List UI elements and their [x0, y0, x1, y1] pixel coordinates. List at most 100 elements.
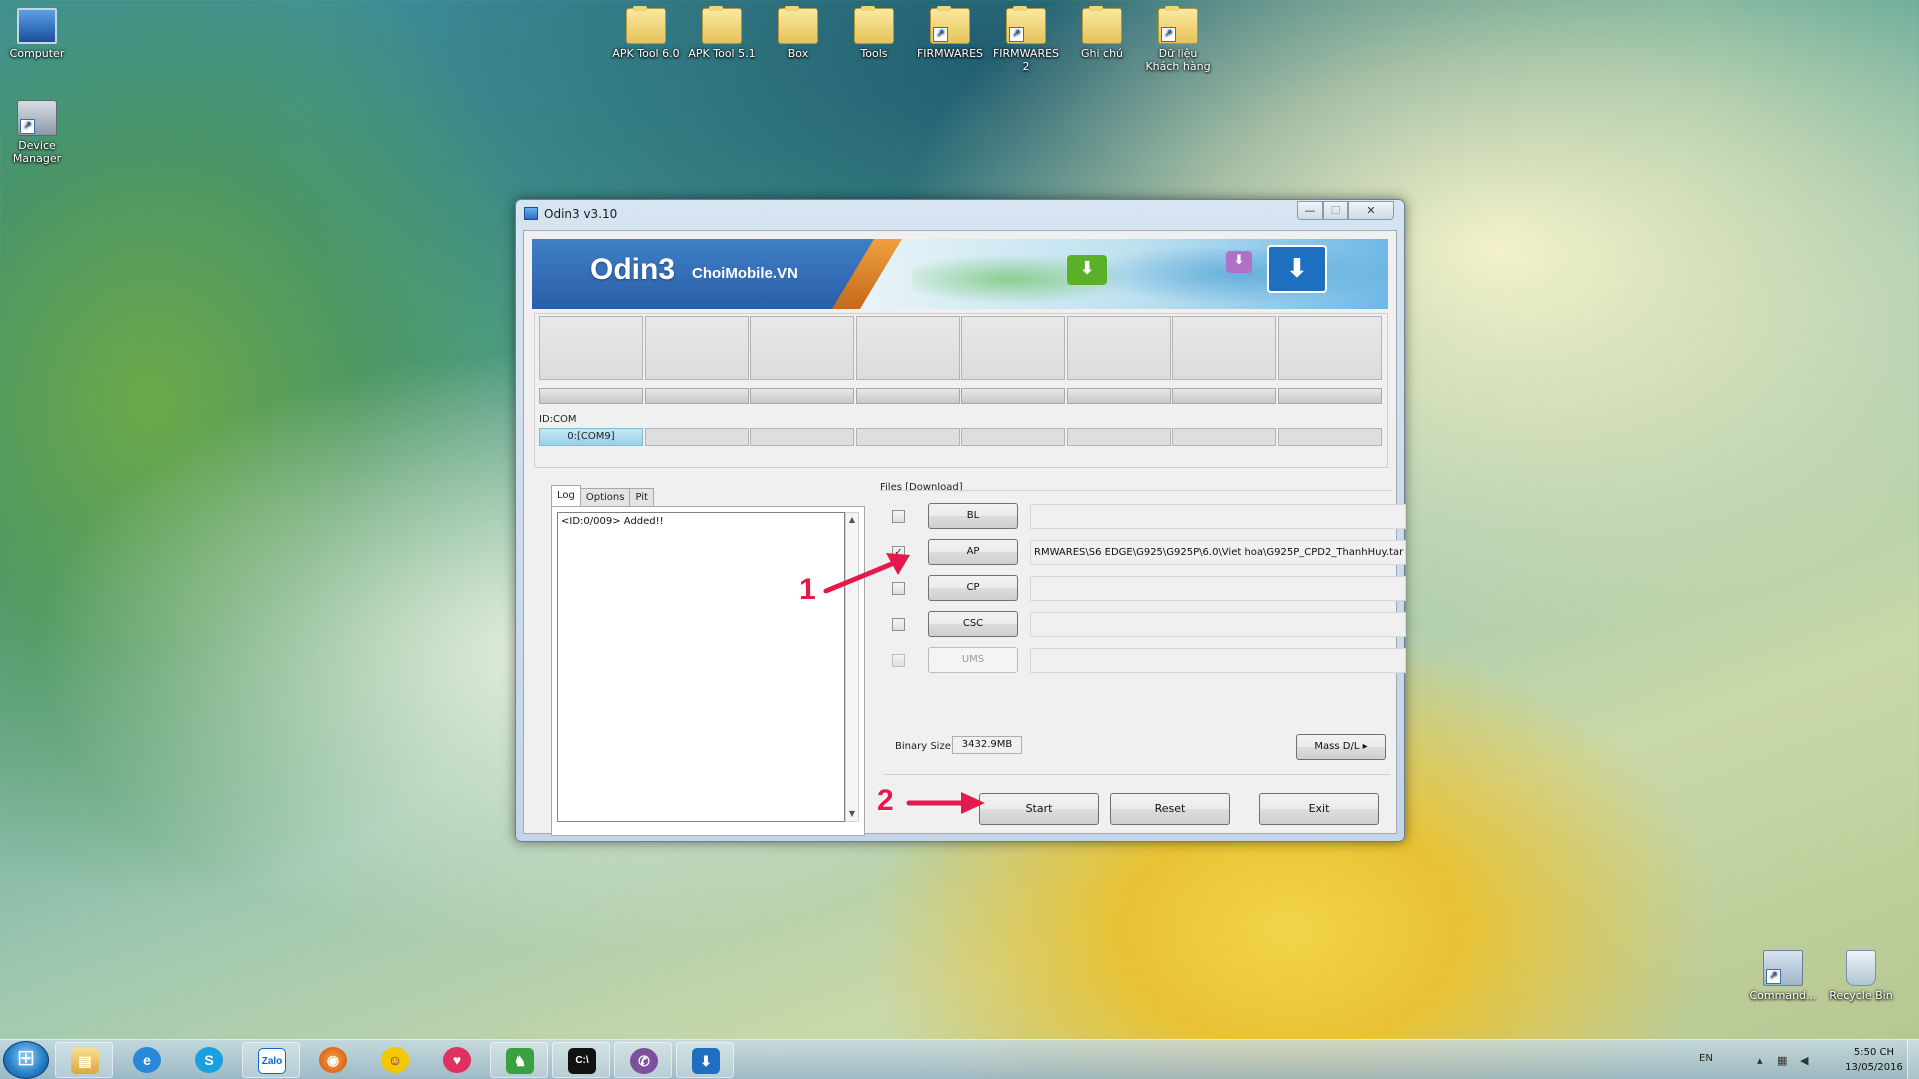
scroll-down-icon[interactable]: ▼ [846, 807, 858, 821]
log-textarea[interactable]: <ID:0/009> Added!! [557, 512, 845, 822]
annotation-number-2: 2 [877, 784, 894, 817]
desktop-icon-firmwares[interactable]: FIRMWARES [915, 6, 985, 60]
desktop-icon-recycle-bin[interactable]: Recycle Bin [1826, 950, 1896, 1002]
folder-shortcut-icon [1158, 6, 1198, 44]
desktop-icon-label: APK Tool 5.1 [688, 47, 756, 60]
com-port-slot [855, 428, 960, 446]
csc-checkbox[interactable] [892, 618, 905, 631]
desktop-icon-label: Tools [860, 47, 888, 60]
file-row-ap: ✓ AP RMWARES\S6 EDGE\G925\G925P\6.0\Viet… [886, 539, 1406, 565]
file-row-cp: CP [886, 575, 1406, 601]
file-row-csc: CSC [886, 611, 1406, 637]
desktop-icon-firmwares-2[interactable]: FIRMWARES 2 [991, 6, 1061, 73]
folder-shortcut-icon [930, 6, 970, 44]
show-desktop-button[interactable] [1907, 1040, 1919, 1079]
start-button[interactable]: Start [979, 793, 1099, 825]
taskbar-lips-app[interactable]: ♥ [428, 1042, 486, 1078]
minimize-button[interactable]: — [1297, 201, 1323, 220]
csc-button[interactable]: CSC [928, 611, 1018, 637]
ums-path-field [1030, 648, 1406, 673]
taskbar-ie[interactable]: e [118, 1042, 176, 1078]
title-bar[interactable]: Odin3 v3.10 — ☐ ✕ [516, 200, 1404, 228]
device-slot-box [961, 316, 1065, 380]
explorer-icon: ▤ [71, 1048, 99, 1074]
progress-bar [1172, 388, 1276, 404]
device-slots: ID:COM 0:[COM9] [539, 316, 1383, 446]
mass-dl-button[interactable]: Mass D/L ▸ [1296, 734, 1386, 760]
taskbar-viber[interactable]: ✆ [614, 1042, 672, 1078]
com-port-slot [1277, 428, 1382, 446]
show-hidden-icons-icon[interactable]: ▴ [1757, 1054, 1763, 1067]
cp-button[interactable]: CP [928, 575, 1018, 601]
firefox-icon: ◉ [319, 1047, 347, 1073]
bl-path-field[interactable] [1030, 504, 1406, 529]
banner-subtitle: ChoiMobile.VN [692, 265, 798, 282]
odin-banner: Odin3 ChoiMobile.VN ⬇ ⬇ ⬇ [532, 239, 1388, 309]
desktop-icon-label: FIRMWARES [916, 47, 984, 60]
scroll-up-icon[interactable]: ▲ [846, 513, 858, 527]
device-slot-box [1172, 316, 1276, 380]
desktop-icon-computer[interactable]: Computer [2, 8, 72, 60]
taskbar: ▤ e S Zalo ◉ ☺ ♥ ♞ C:\ ✆ ⬇ EN ▴ ▦ ◀ 5:50… [0, 1039, 1919, 1079]
tray-clock[interactable]: 5:50 CH 13/05/2016 [1841, 1045, 1907, 1075]
com-port-slot [961, 428, 1065, 446]
clock-time: 5:50 CH [1853, 1047, 1895, 1058]
language-indicator[interactable]: EN [1699, 1053, 1713, 1064]
desktop-icon-ghi-chu[interactable]: Ghi chú [1067, 6, 1137, 60]
tab-pit[interactable]: Pit [629, 488, 654, 506]
folder-shortcut-icon [1006, 6, 1046, 44]
desktop-icon-du-lieu-khach-hang[interactable]: Dữ liệu Khách hàng [1143, 6, 1213, 73]
id-com-label: ID:COM [539, 414, 577, 425]
tab-strip: Log Options Pit [551, 485, 654, 506]
internet-explorer-icon: e [133, 1047, 161, 1073]
taskbar-game-app[interactable]: ♞ [490, 1042, 548, 1078]
progress-bar [644, 388, 749, 404]
exit-button[interactable]: Exit [1259, 793, 1379, 825]
tab-options[interactable]: Options [579, 488, 631, 506]
close-button[interactable]: ✕ [1348, 201, 1394, 220]
desktop-icon-label: Computer [9, 47, 65, 60]
bl-checkbox[interactable] [892, 510, 905, 523]
progress-bar [1277, 388, 1382, 404]
desktop-icon-command[interactable]: Command... [1748, 950, 1818, 1002]
progress-bar [961, 388, 1065, 404]
speaker-icon[interactable]: ◀ [1800, 1054, 1808, 1067]
maximize-button[interactable]: ☐ [1323, 201, 1348, 220]
desktop-icon-tools[interactable]: Tools [839, 6, 909, 60]
progress-bar [750, 388, 854, 404]
desktop-icon-apk-tool-5[interactable]: APK Tool 5.1 [687, 6, 757, 60]
download-icon: ⬇ [1067, 255, 1107, 285]
window-client: Odin3 ChoiMobile.VN ⬇ ⬇ ⬇ ID:COM 0:[COM9… [523, 230, 1406, 836]
taskbar-explorer[interactable]: ▤ [55, 1042, 113, 1078]
taskbar-odin[interactable]: ⬇ [676, 1042, 734, 1078]
taskbar-yahoo[interactable]: ☺ [366, 1042, 424, 1078]
device-slot-box [750, 316, 854, 380]
bl-button[interactable]: BL [928, 503, 1018, 529]
progress-bar [855, 388, 960, 404]
device-slot-box [855, 316, 960, 380]
tab-log[interactable]: Log [551, 485, 581, 506]
window-title: Odin3 v3.10 [544, 207, 618, 221]
desktop-icon-label: Box [787, 47, 809, 60]
device-slot-box [1277, 316, 1382, 380]
network-icon[interactable]: ▦ [1777, 1054, 1787, 1067]
desktop-icon-apk-tool-6[interactable]: APK Tool 6.0 [611, 6, 681, 60]
taskbar-skype[interactable]: S [180, 1042, 238, 1078]
start-button[interactable] [3, 1041, 49, 1079]
odin-icon: ⬇ [692, 1048, 720, 1074]
csc-path-field[interactable] [1030, 612, 1406, 637]
desktop-icon-label: FIRMWARES 2 [992, 47, 1060, 73]
taskbar-cmd[interactable]: C:\ [552, 1042, 610, 1078]
reset-button[interactable]: Reset [1110, 793, 1230, 825]
ap-path-field[interactable]: RMWARES\S6 EDGE\G925\G925P\6.0\Viet hoa\… [1030, 540, 1406, 565]
device-slot-box [1066, 316, 1171, 380]
cp-path-field[interactable] [1030, 576, 1406, 601]
desktop-icon-device-manager[interactable]: Device Manager [2, 100, 72, 165]
desktop-icon-box[interactable]: Box [763, 6, 833, 60]
taskbar-firefox[interactable]: ◉ [304, 1042, 362, 1078]
device-slot-box [539, 316, 643, 380]
taskbar-zalo[interactable]: Zalo [242, 1042, 300, 1078]
binary-size-label: Binary Size [895, 741, 951, 752]
ap-button[interactable]: AP [928, 539, 1018, 565]
command-prompt-icon: C:\ [568, 1048, 596, 1074]
